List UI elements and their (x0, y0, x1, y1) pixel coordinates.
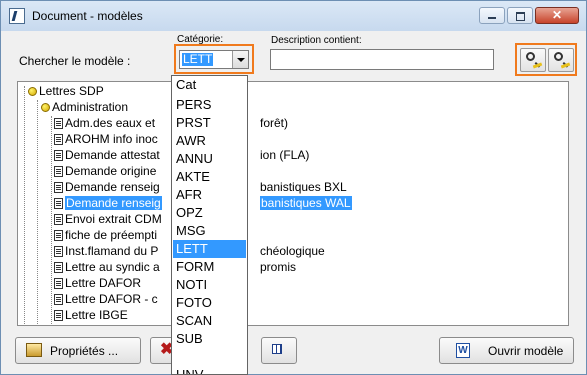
tree-item[interactable]: Lettre IBGE (54, 307, 128, 323)
insert-button[interactable] (261, 337, 297, 364)
dropdown-option[interactable]: AWR (173, 132, 246, 150)
dropdown-option[interactable]: PERS (173, 96, 246, 114)
tree-item-tail-selected: banistiques WAL (260, 196, 352, 210)
dropdown-option[interactable]: MSG (173, 222, 246, 240)
close-button[interactable]: ✕ (535, 7, 579, 24)
document-icon (54, 262, 63, 274)
minimize-button[interactable] (479, 7, 505, 24)
dropdown-option[interactable]: ANNU (173, 150, 246, 168)
category-select[interactable]: LETT (179, 50, 249, 69)
category-combo-highlight: LETT (174, 44, 254, 74)
tree-item-tail: banistiques BXL (260, 180, 347, 194)
document-icon (54, 118, 63, 130)
dropdown-option[interactable]: NOTI (173, 276, 246, 294)
document-icon (54, 294, 63, 306)
maximize-button[interactable] (507, 7, 533, 24)
chevron-down-icon[interactable] (232, 51, 248, 68)
dropdown-option[interactable] (173, 348, 246, 366)
document-icon (54, 198, 63, 210)
category-value: LETT (182, 52, 214, 66)
app-icon (9, 8, 25, 24)
tree-item-tail: chéologique (260, 244, 325, 258)
word-document-icon: W (456, 343, 470, 358)
dialog-body: Chercher le modèle : Catégorie: Descript… (9, 32, 579, 367)
tree-line (24, 86, 25, 325)
dropdown-option[interactable]: SCAN (173, 312, 246, 330)
dropdown-option[interactable]: PRST (173, 114, 246, 132)
magnifier-icon (526, 52, 535, 61)
tree-item-tail: promis (260, 260, 297, 274)
tree-group[interactable]: Administration (41, 99, 128, 115)
close-icon: ✕ (551, 8, 563, 22)
tree-item[interactable]: Demande origine (54, 163, 156, 179)
grid-arrow-icon (272, 344, 282, 354)
document-icon (54, 150, 63, 162)
title-bar: Document - modèles ✕ (1, 1, 586, 31)
dropdown-option[interactable]: AKTE (173, 168, 246, 186)
search-next-button[interactable] (548, 48, 574, 72)
dropdown-option[interactable]: HNV (173, 366, 246, 374)
tree-item[interactable]: Lettre DAFOR - c (54, 291, 158, 307)
tree-group-label: Administration (52, 100, 129, 114)
tree-line (51, 116, 52, 325)
document-icon (54, 230, 63, 242)
button-bar: Propriétés ... ✖ W Ouvrir modèle (9, 332, 579, 367)
search-button[interactable] (520, 48, 546, 72)
tree-item[interactable]: Lettre DAFOR (54, 275, 141, 291)
search-buttons-highlight (515, 43, 577, 76)
tree-item[interactable]: Lettre au syndic a (54, 259, 160, 275)
dropdown-option[interactable]: FORM (173, 258, 246, 276)
search-label: Chercher le modèle : (19, 54, 131, 68)
tree-item-selected[interactable]: Demande renseig (54, 195, 162, 211)
description-label: Description contient: (271, 35, 362, 46)
dropdown-option[interactable]: OPZ (173, 204, 246, 222)
folder-bullet-icon (28, 87, 37, 97)
tree-item[interactable]: Adm.des eaux et (54, 115, 155, 131)
tree-item-tail: ion (FLA) (260, 148, 310, 162)
tree-root-label: Lettres SDP (39, 84, 104, 98)
dropdown-option[interactable]: AFR (173, 186, 246, 204)
window-title: Document - modèles (32, 9, 143, 23)
open-template-button[interactable]: W Ouvrir modèle (439, 337, 574, 364)
description-input[interactable] (270, 49, 494, 70)
document-icon (54, 246, 63, 258)
document-icon (54, 134, 63, 146)
tree-item[interactable]: AROHM info inoc (54, 131, 158, 147)
tree-item[interactable]: Demande renseig (54, 179, 160, 195)
dropdown-option-selected[interactable]: LETT (173, 240, 246, 258)
document-icon (54, 278, 63, 290)
tree-root[interactable]: Lettres SDP (28, 83, 104, 99)
properties-button[interactable]: Propriétés ... (15, 337, 141, 364)
magnifier-icon (554, 52, 563, 61)
document-icon (54, 310, 63, 322)
tree-item[interactable]: Inst.flamand du P (54, 243, 158, 259)
tree-item[interactable]: Demande attestat (54, 147, 160, 163)
dropdown-option[interactable]: Cat (173, 76, 246, 94)
tree-item[interactable]: fiche de préempti (54, 227, 157, 243)
properties-icon (26, 343, 42, 357)
tree-line (37, 100, 38, 325)
folder-bullet-icon (41, 103, 50, 113)
window: Document - modèles ✕ Chercher le modèle … (0, 0, 587, 375)
category-dropdown-list[interactable]: Cat PERS PRST AWR ANNU AKTE AFR OPZ MSG … (171, 75, 248, 375)
document-icon (54, 214, 63, 226)
document-icon (54, 166, 63, 178)
dropdown-option[interactable]: SUB (173, 330, 246, 348)
tree-item[interactable]: Envoi extrait CDM (54, 211, 162, 227)
document-icon (54, 182, 63, 194)
dropdown-option[interactable]: FOTO (173, 294, 246, 312)
tree-item-tail: forêt) (260, 116, 289, 130)
template-tree[interactable]: Lettres SDP Administration Adm.des eaux … (17, 81, 569, 326)
